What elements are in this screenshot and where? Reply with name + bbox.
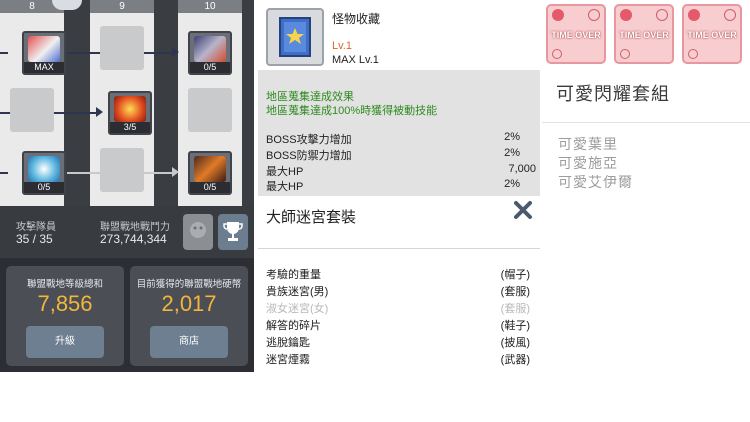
time-over-card[interactable]: TIME OVER [614, 4, 674, 64]
shop-button[interactable]: 商店 [150, 326, 228, 358]
arrow-right-icon [172, 167, 179, 177]
union-slot[interactable]: 0/5 [22, 151, 66, 195]
union-slot[interactable]: 0/5 [188, 151, 232, 195]
level-up-button[interactable]: 升級 [26, 326, 104, 358]
cute-set-title: 可愛閃耀套組 [556, 84, 670, 104]
cute-set-item: 可愛葉里 [558, 136, 618, 152]
potion-icon [724, 9, 736, 21]
collection-level: Lv.1 [332, 40, 352, 52]
union-slot[interactable]: 0/5 [188, 31, 232, 75]
cute-set-item: 可愛艾伊爾 [558, 174, 633, 190]
p-badge-icon [620, 9, 632, 21]
p-badge-icon [552, 9, 564, 21]
cute-set-panel: TIME OVER TIME OVER TIME OVER 可愛閃耀套組 可愛葉… [542, 0, 750, 206]
power-label: 聯盟戰地戰鬥力 [100, 222, 170, 233]
set-panel: 大師迷宮套裝 考驗的重量 (帽子) 貴族迷宮(男) (套服) 淑女迷宮(女) (… [258, 196, 540, 372]
set-item-name: 解答的碎片 [266, 320, 321, 332]
column-header: 10 [178, 0, 242, 13]
collection-max-level: MAX Lv.1 [332, 54, 379, 66]
monster-emblem-icon[interactable] [183, 214, 213, 250]
coin-card: 目前獲得的聯盟戰地硬幣 2,017 商店 [130, 266, 248, 366]
set-item-slot: (套服) [500, 286, 530, 298]
divider [258, 248, 540, 249]
effect-label: BOSS攻擊力增加 [266, 134, 352, 146]
character-portrait [194, 36, 226, 62]
union-board-panel: 8 9 10 MAX 0/5 3/5 0/5 0/5 攻擊隊員 35 / 35 … [0, 0, 254, 372]
set-item-slot: (披風) [500, 337, 530, 349]
union-slot-empty[interactable] [100, 148, 144, 192]
union-slot-empty[interactable] [188, 88, 232, 132]
slot-caption: 0/5 [24, 182, 64, 193]
set-item-slot: (帽子) [500, 269, 530, 281]
effect-label: 最大HP [266, 166, 304, 178]
effect-subtitle: 地區蒐集達成100%時獲得被動技能 [266, 105, 438, 117]
effect-label: 最大HP [266, 181, 304, 193]
time-over-text: TIME OVER [687, 30, 737, 40]
clock-icon [552, 49, 562, 59]
character-portrait [28, 156, 60, 182]
slot-caption: MAX [24, 62, 64, 73]
union-bottom-section: 聯盟戰地等級總和 7,856 升級 目前獲得的聯盟戰地硬幣 2,017 商店 [0, 258, 254, 372]
coin-label: 目前獲得的聯盟戰地硬幣 [136, 279, 242, 290]
close-icon[interactable] [513, 200, 533, 220]
character-portrait [194, 156, 226, 182]
effect-value: 2% [504, 131, 520, 143]
effect-value: 2% [504, 147, 520, 159]
union-slot-empty[interactable] [100, 26, 144, 70]
power-value: 273,744,344 [100, 232, 167, 246]
divider [542, 122, 750, 123]
character-portrait [114, 96, 146, 122]
collection-book-icon [266, 8, 324, 66]
connector-line [0, 172, 8, 174]
level-sum-label: 聯盟戰地等級總和 [26, 279, 103, 290]
set-item-name: 考驗的重量 [266, 269, 321, 281]
members-label: 攻擊隊員 [16, 222, 56, 233]
arrow-right-icon [172, 47, 179, 57]
level-sum-value: 7,856 [37, 291, 93, 316]
cloud-decoration [52, 0, 82, 10]
column-header: 9 [90, 0, 154, 13]
set-item-slot: (武器) [500, 354, 530, 366]
time-over-text: TIME OVER [619, 30, 669, 40]
character-portrait [28, 36, 60, 62]
collection-effect-box: 地區蒐集達成效果 地區蒐集達成100%時獲得被動技能 BOSS攻擊力增加 2% … [258, 70, 540, 196]
set-item-name: 淑女迷宮(女) [266, 303, 329, 315]
collection-header: 怪物收藏 Lv.1 MAX Lv.1 [258, 0, 540, 70]
set-item-name: 逃脫鑰匙 [266, 337, 310, 349]
set-title: 大師迷宮套裝 [266, 209, 357, 226]
members-value: 35 / 35 [16, 232, 53, 246]
slot-caption: 0/5 [190, 182, 230, 193]
time-over-text: TIME OVER [551, 30, 601, 40]
connector-line [0, 52, 8, 54]
set-item-slot: (鞋子) [500, 320, 530, 332]
coin-value: 2,017 [161, 291, 217, 316]
time-over-card[interactable]: TIME OVER [682, 4, 742, 64]
arrow-right-icon [96, 107, 103, 117]
clock-icon [620, 49, 630, 59]
slot-caption: 0/5 [190, 62, 230, 73]
trophy-icon[interactable] [218, 214, 248, 250]
collection-name: 怪物收藏 [332, 12, 381, 26]
effect-label: BOSS防禦力增加 [266, 150, 352, 162]
potion-icon [588, 9, 600, 21]
set-item-slot: (套服) [500, 303, 530, 315]
level-sum-card: 聯盟戰地等級總和 7,856 升級 [6, 266, 124, 366]
effect-value: 2% [504, 178, 520, 190]
slot-caption: 3/5 [110, 122, 150, 133]
potion-icon [656, 9, 668, 21]
p-badge-icon [688, 9, 700, 21]
clock-icon [688, 49, 698, 59]
union-slot[interactable]: 3/5 [108, 91, 152, 135]
set-item-name: 迷宮煙霧 [266, 354, 310, 366]
cute-set-item: 可愛施亞 [558, 155, 618, 171]
union-stats-bar: 攻擊隊員 35 / 35 聯盟戰地戰鬥力 273,744,344 [0, 206, 254, 258]
effect-value: 7,000 [508, 163, 536, 175]
collection-panel: 怪物收藏 Lv.1 MAX Lv.1 地區蒐集達成效果 地區蒐集達成100%時獲… [258, 0, 540, 372]
time-over-card[interactable]: TIME OVER [546, 4, 606, 64]
union-slot-empty[interactable] [10, 88, 54, 132]
union-slot[interactable]: MAX [22, 31, 66, 75]
set-item-name: 貴族迷宮(男) [266, 286, 329, 298]
